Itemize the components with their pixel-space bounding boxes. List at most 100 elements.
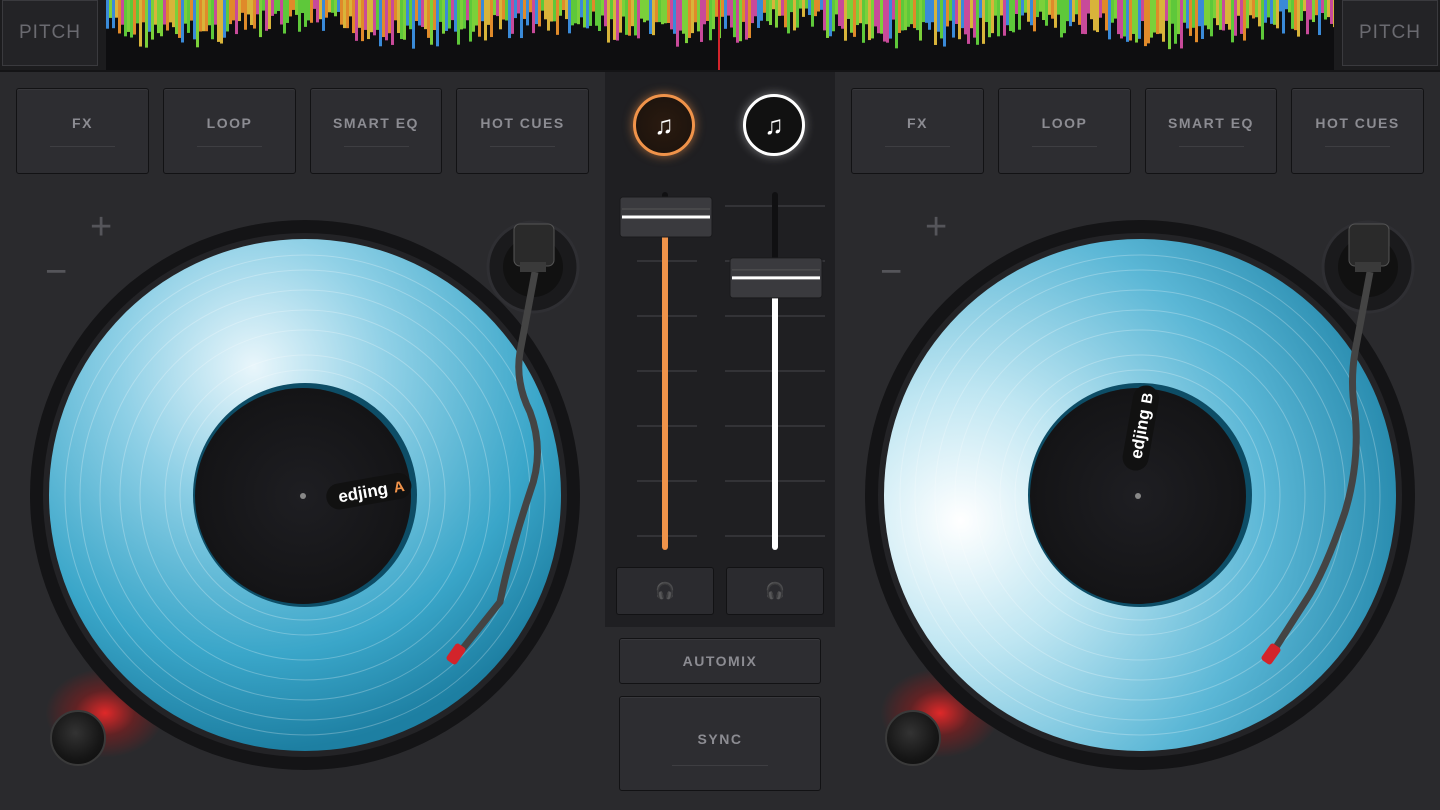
waveform-bar: [691, 0, 694, 34]
waveform-bar: [1285, 0, 1288, 10]
waveform-bar: [988, 0, 991, 38]
deck-a-loop-button[interactable]: LOOP: [163, 88, 296, 174]
waveform-bar: [1123, 0, 1126, 37]
waveform-bar: [124, 0, 127, 37]
waveform-bar: [973, 0, 976, 38]
waveform-bar: [373, 0, 376, 36]
waveform-bar: [934, 0, 937, 45]
waveform-bar: [535, 0, 538, 25]
waveform-bar: [1000, 0, 1003, 16]
waveform-bar: [226, 0, 229, 32]
waveform-bar: [1135, 0, 1138, 43]
waveform-bar: [487, 0, 490, 25]
waveform-bar: [790, 0, 793, 13]
deck-a-turntable[interactable]: edjing A: [20, 212, 590, 782]
waveform-bar: [424, 0, 427, 30]
waveform-bar: [316, 0, 319, 23]
waveform-bar: [325, 0, 328, 18]
waveform-bar: [1168, 0, 1171, 50]
waveform-bar: [1315, 0, 1318, 16]
waveform-bar: [355, 0, 358, 41]
deck-b-turntable[interactable]: edjing B: [855, 212, 1425, 782]
waveform-bar: [895, 0, 898, 49]
waveform-bar: [148, 0, 151, 32]
waveform-bar: [1207, 0, 1210, 30]
waveform-bar: [616, 0, 619, 41]
waveform-bar: [1054, 0, 1057, 28]
deck-a-fader-handle[interactable]: [619, 196, 713, 238]
waveform-bar: [199, 0, 202, 32]
waveform-bar: [238, 0, 241, 22]
waveform-bar: [787, 0, 790, 34]
waveform-bar: [196, 0, 199, 48]
waveform-bar: [817, 0, 820, 12]
waveform-bar: [562, 0, 565, 11]
waveform-overview[interactable]: [106, 0, 1334, 70]
waveform-bar: [520, 0, 523, 39]
waveform-bar: [649, 0, 652, 34]
waveform-bar: [976, 0, 979, 45]
waveform-bar: [337, 0, 340, 12]
waveform-bar: [538, 0, 541, 27]
waveform-bar: [871, 0, 874, 39]
waveform-bar: [682, 0, 685, 34]
waveform-bar: [847, 0, 850, 19]
waveform-bar: [586, 0, 589, 29]
automix-button[interactable]: AUTOMIX: [619, 638, 821, 684]
waveform-bar: [1231, 0, 1234, 43]
waveform-bar: [859, 0, 862, 24]
waveform-bar: [613, 0, 616, 40]
waveform-bar: [958, 0, 961, 40]
deck-a-smart-eq-button[interactable]: SMART EQ: [310, 88, 442, 174]
waveform-bar: [1228, 0, 1231, 30]
sync-button[interactable]: SYNC: [619, 696, 821, 791]
deck-b-cue-knob[interactable]: [885, 710, 941, 766]
waveform-bar: [1060, 0, 1063, 38]
waveform-bar: [112, 0, 115, 29]
pitch-left-button[interactable]: PITCH: [2, 0, 98, 66]
waveform-bar: [1012, 0, 1015, 33]
waveform-bar: [577, 0, 580, 25]
waveform-bar: [1102, 0, 1105, 14]
deck-a-fx-label: FX: [72, 115, 93, 131]
deck-a-add-track-button[interactable]: ♫: [633, 94, 695, 156]
waveform-bar: [1048, 0, 1051, 15]
waveform-bar: [295, 0, 298, 15]
waveform-bar: [811, 0, 814, 27]
waveform-bar: [208, 0, 211, 26]
deck-b-add-track-button[interactable]: ♫: [743, 94, 805, 156]
waveform-bar: [1141, 0, 1144, 22]
waveform-bar: [814, 0, 817, 17]
waveform-bar: [1078, 0, 1081, 25]
waveform-bar: [631, 0, 634, 27]
deck-a-headphone-cue-button[interactable]: 🎧: [616, 567, 714, 615]
waveform-bar: [880, 0, 883, 34]
waveform-bar: [949, 0, 952, 21]
deck-a-fx-button[interactable]: FX: [16, 88, 149, 174]
waveform-bar: [400, 0, 403, 40]
waveform-bar: [1219, 0, 1222, 30]
deck-a-cue-knob[interactable]: [50, 710, 106, 766]
deck-a-hot-cues-button[interactable]: HOT CUES: [456, 88, 589, 174]
waveform-bar: [592, 0, 595, 12]
pitch-right-button[interactable]: PITCH: [1342, 0, 1438, 66]
deck-b-loop-label: LOOP: [1041, 115, 1088, 131]
waveform-bar: [301, 0, 304, 14]
deck-b-fx-button[interactable]: FX: [851, 88, 984, 174]
waveform-bar: [451, 0, 454, 21]
waveform-bar: [622, 0, 625, 17]
deck-b-headphone-cue-button[interactable]: 🎧: [726, 567, 824, 615]
deck-b-hot-cues-button[interactable]: HOT CUES: [1291, 88, 1424, 174]
waveform-bar: [1006, 0, 1009, 26]
deck-b-smart-eq-button[interactable]: SMART EQ: [1145, 88, 1277, 174]
volume-faders[interactable]: [605, 180, 835, 580]
waveform-bar: [556, 0, 559, 35]
waveform-bar: [328, 0, 331, 13]
deck-b-loop-button[interactable]: LOOP: [998, 88, 1131, 174]
waveform-bar: [460, 0, 463, 30]
waveform-bar: [1045, 0, 1048, 26]
deck-b-fader-handle[interactable]: [729, 257, 823, 299]
waveform-bar: [928, 0, 931, 30]
waveform-bar: [457, 0, 460, 45]
waveform-bar: [1291, 0, 1294, 29]
